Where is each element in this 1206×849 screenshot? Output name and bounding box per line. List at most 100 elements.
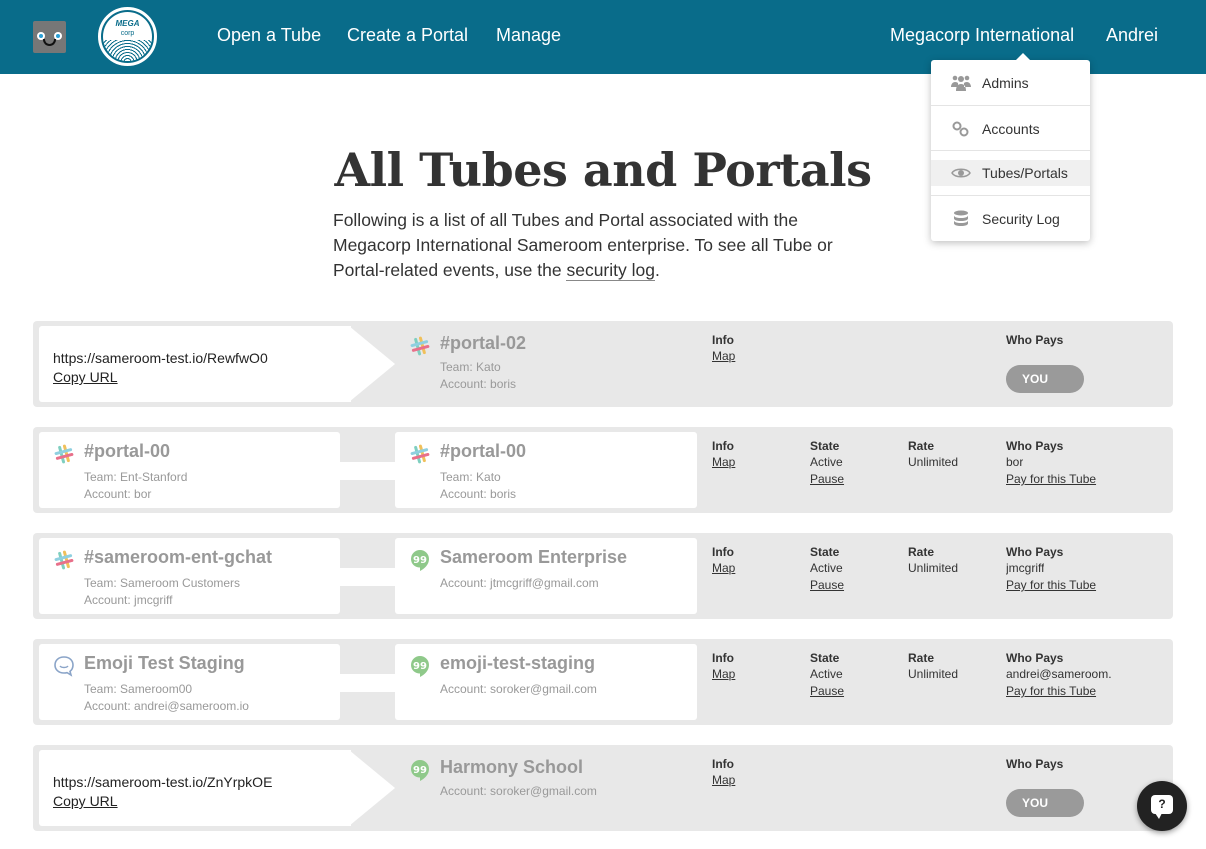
- info-header: Info: [712, 651, 734, 665]
- nav-user-menu[interactable]: Andrei: [1106, 25, 1158, 46]
- portal-row: https://sameroom-test.io/RewfwO0 Copy UR…: [33, 321, 1173, 407]
- megacorp-logo[interactable]: MEGA corp: [98, 7, 157, 66]
- state-header: State: [810, 545, 840, 559]
- logo-text: corp: [120, 30, 135, 37]
- who-pays-header: Who Pays: [1006, 757, 1064, 771]
- hangouts-icon: 99: [409, 759, 431, 781]
- rate-value: Unlimited: [908, 561, 959, 575]
- rate-value: Unlimited: [908, 667, 959, 681]
- portal-url-card: https://sameroom-test.io/RewfwO0 Copy UR…: [39, 326, 351, 402]
- state-header: State: [810, 439, 840, 453]
- channel-team: Team: Sameroom Customers: [84, 576, 241, 590]
- who-pays-header: Who Pays: [1006, 651, 1064, 665]
- pause-link[interactable]: Pause: [810, 472, 844, 486]
- map-link[interactable]: Map: [712, 349, 735, 363]
- channel-name: emoji-test-staging: [440, 653, 596, 673]
- database-icon: [950, 210, 972, 228]
- payer-value: jmcgriff: [1006, 561, 1045, 575]
- nav-org-menu[interactable]: Megacorp International: [890, 25, 1074, 46]
- menu-item-label: Admins: [982, 74, 1029, 91]
- channel-team: Team: Kato: [440, 360, 501, 374]
- portal-arrow: [349, 326, 395, 402]
- who-pays-header: Who Pays: [1006, 545, 1064, 559]
- nav-manage[interactable]: Manage: [496, 25, 561, 46]
- channel-name: #portal-02: [440, 333, 527, 353]
- channel-account: Account: boris: [440, 377, 517, 391]
- hipchat-icon: [53, 655, 75, 677]
- logo-waves: [103, 40, 152, 61]
- info-header: Info: [712, 545, 734, 559]
- sameroom-bot-logo[interactable]: [33, 21, 66, 53]
- state-header: State: [810, 651, 840, 665]
- info-header: Info: [712, 333, 734, 347]
- help-chat-button[interactable]: ?: [1137, 781, 1187, 831]
- menu-item-admins[interactable]: Admins: [931, 60, 1090, 105]
- users-icon: [950, 75, 972, 91]
- logo-text: MEGA: [115, 19, 140, 28]
- intro-text: .: [654, 260, 660, 280]
- channel-name: Sameroom Enterprise: [440, 547, 628, 567]
- channel-name: Emoji Test Staging: [84, 653, 245, 673]
- pause-link[interactable]: Pause: [810, 578, 844, 592]
- tube-connector: [338, 462, 398, 480]
- security-log-link[interactable]: security log: [566, 260, 655, 281]
- slack-icon: [409, 443, 431, 465]
- you-pay-button[interactable]: YOU: [1006, 789, 1084, 817]
- svg-text:99: 99: [413, 555, 427, 566]
- info-header: Info: [712, 439, 734, 453]
- page-title: All Tubes and Portals: [334, 143, 872, 197]
- tube-left-card: #sameroom-ent-gchat Team: Sameroom Custo…: [39, 538, 340, 614]
- nav-create-portal[interactable]: Create a Portal: [347, 25, 468, 46]
- state-value: Active: [810, 455, 843, 469]
- rate-header: Rate: [908, 651, 935, 665]
- slack-icon: [53, 549, 75, 571]
- nav-open-tube[interactable]: Open a Tube: [217, 25, 321, 46]
- copy-url-link[interactable]: Copy URL: [53, 793, 118, 809]
- payer-value: bor: [1006, 455, 1024, 469]
- copy-url-link[interactable]: Copy URL: [53, 369, 118, 385]
- hangouts-icon: 99: [409, 655, 431, 677]
- channel-team: Account: soroker@gmail.com: [440, 784, 597, 798]
- rate-header: Rate: [908, 545, 935, 559]
- channel-account: Account: jmcgriff: [84, 593, 173, 607]
- portal-url: https://sameroom-test.io/RewfwO0: [53, 350, 268, 366]
- logo-badge: MEGA corp: [103, 12, 152, 61]
- pay-for-tube-link[interactable]: Pay for this Tube: [1006, 578, 1096, 592]
- pay-for-tube-link[interactable]: Pay for this Tube: [1006, 684, 1096, 698]
- state-value: Active: [810, 667, 843, 681]
- map-link[interactable]: Map: [712, 667, 735, 681]
- info-header: Info: [712, 757, 734, 771]
- channel-team: Team: Kato: [440, 470, 501, 484]
- link-icon: [950, 121, 972, 137]
- map-link[interactable]: Map: [712, 455, 735, 469]
- rate-value: Unlimited: [908, 455, 959, 469]
- tube-right-card: 99 Sameroom Enterprise Account: jtmcgrif…: [395, 538, 697, 614]
- tube-connector: [338, 568, 398, 586]
- who-pays-header: Who Pays: [1006, 439, 1064, 453]
- channel-name: #portal-00: [84, 441, 171, 461]
- channel-team: Team: Sameroom00: [84, 682, 193, 696]
- tube-left-card: Emoji Test Staging Team: Sameroom00 Acco…: [39, 644, 340, 720]
- portal-arrow: [349, 750, 395, 826]
- map-link[interactable]: Map: [712, 773, 735, 787]
- pay-for-tube-link[interactable]: Pay for this Tube: [1006, 472, 1096, 486]
- help-icon: ?: [1151, 795, 1173, 819]
- svg-text:99: 99: [413, 661, 427, 672]
- portal-row: https://sameroom-test.io/ZnYrpkOE Copy U…: [33, 745, 1173, 831]
- pause-link[interactable]: Pause: [810, 684, 844, 698]
- channel-team: Team: Ent-Stanford: [84, 470, 188, 484]
- tube-right-card: #portal-00 Team: Kato Account: boris: [395, 432, 697, 508]
- map-link[interactable]: Map: [712, 561, 735, 575]
- portal-url: https://sameroom-test.io/ZnYrpkOE: [53, 774, 273, 790]
- tube-row: #portal-00 Team: Ent-Stanford Account: b…: [33, 427, 1173, 513]
- logo-mouth: [43, 39, 56, 46]
- menu-item-security-log[interactable]: Security Log: [931, 196, 1090, 241]
- tube-left-card: #portal-00 Team: Ent-Stanford Account: b…: [39, 432, 340, 508]
- you-pay-button[interactable]: YOU: [1006, 365, 1084, 393]
- rate-header: Rate: [908, 439, 935, 453]
- menu-item-label: Security Log: [982, 210, 1060, 227]
- hangouts-icon: 99: [409, 549, 431, 571]
- channel-team: Account: jtmcgriff@gmail.com: [440, 576, 599, 590]
- tube-row: Emoji Test Staging Team: Sameroom00 Acco…: [33, 639, 1173, 725]
- tube-row: #sameroom-ent-gchat Team: Sameroom Custo…: [33, 533, 1173, 619]
